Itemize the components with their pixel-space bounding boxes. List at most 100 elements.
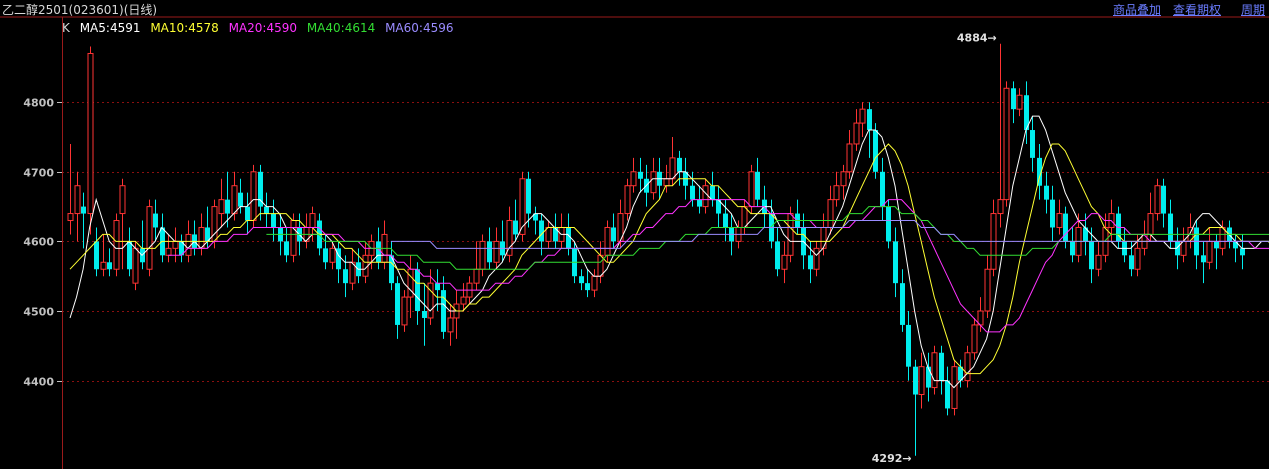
candle-body-down [880,171,885,207]
candle-body-down [939,352,944,381]
candle-body-down [1201,255,1206,263]
candle-body-up [1095,254,1102,270]
candle-body-down [94,241,99,270]
candle-body-down [913,366,918,395]
candle [1180,227,1187,263]
candle [1056,199,1063,235]
candle-body-down [1233,241,1238,249]
candle-body-up [859,108,866,124]
candle-body-down [1089,241,1094,270]
candle [853,109,860,151]
candle [1070,227,1075,263]
candle-body-down [638,171,643,179]
candle-body-down [343,269,348,284]
candle [506,206,513,263]
candle [913,359,918,456]
candle [1030,116,1035,172]
candle [198,213,205,256]
candlestick-chart[interactable]: 4400 4500 4600 4700 4800 4884→ 4292→ [0,0,1269,469]
candle [624,178,631,221]
candle [813,241,820,277]
candle-body-up [113,220,120,270]
candle-body-down [422,311,427,318]
candle-body-down [690,185,695,200]
candle-body-down [539,220,544,242]
candle [513,199,518,242]
candle-body-down [867,109,872,131]
candle-body-down [153,213,158,228]
candle [702,178,709,214]
candle [81,192,86,249]
candle [931,345,938,395]
candle [1050,185,1055,242]
candle-body-up [1003,87,1010,201]
candle-body-up [820,226,827,249]
candle [579,269,584,291]
candle-body-down [873,130,878,172]
y-tick-label: 4700 [23,167,54,180]
candle-body-down [1129,255,1134,270]
candle [87,46,94,235]
candle [179,234,184,263]
candle [755,157,760,207]
candle [840,164,847,200]
candle-body-down [441,290,446,332]
candle-body-up [1154,185,1161,215]
candle [545,220,552,249]
candle-body-down [1011,88,1016,110]
candle-body-up [401,296,408,326]
candle [453,290,460,339]
candle [716,185,721,228]
candle [349,248,356,291]
candle [533,206,538,235]
candle [192,220,197,256]
candle-body-down [906,324,911,367]
candle [939,345,944,395]
candle-body-up [827,199,834,228]
candle-body-down [1044,185,1049,200]
candle [264,192,269,228]
candle-body-up [545,226,552,242]
candle-body-down [225,199,230,214]
candle-body-down [1030,130,1035,158]
extreme-label-high: 4884→ [957,32,997,45]
candle-body-up [591,275,598,291]
candle-body-down [553,227,558,242]
candle-body-up [479,240,486,270]
candle-body-up [309,213,316,228]
candle-body-down [238,192,243,207]
y-tick-label: 4800 [23,97,54,110]
candle-body-up [741,206,748,228]
candle-body-down [81,206,86,214]
candle [160,213,165,263]
candle-body-up [597,254,604,277]
candle-body-up [846,143,853,173]
y-tick-label: 4400 [23,376,54,389]
candle [781,241,788,284]
candle-body-up [1219,226,1226,249]
candle [1201,241,1206,284]
candle [74,171,81,242]
candle [336,241,341,284]
candle-body-up [407,268,414,298]
candle [303,213,310,249]
candle [113,213,120,277]
candle-body-up [100,261,107,270]
candle-body-down [775,241,780,270]
candle-body-up [1147,213,1154,235]
candle [741,199,748,235]
candle-body-down [245,206,250,221]
y-tick-label: 4500 [23,306,54,319]
candle-body-down [127,241,132,270]
candle [395,276,400,339]
candle [926,352,931,402]
candle-body-down [376,241,381,263]
candle-body-down [395,283,400,325]
candle-body-up [87,52,94,215]
candle [585,269,590,298]
candle [1122,227,1127,263]
candle-body-up [185,233,192,256]
candle [880,157,885,221]
candle [1233,234,1238,263]
candle-body-up [997,199,1004,215]
